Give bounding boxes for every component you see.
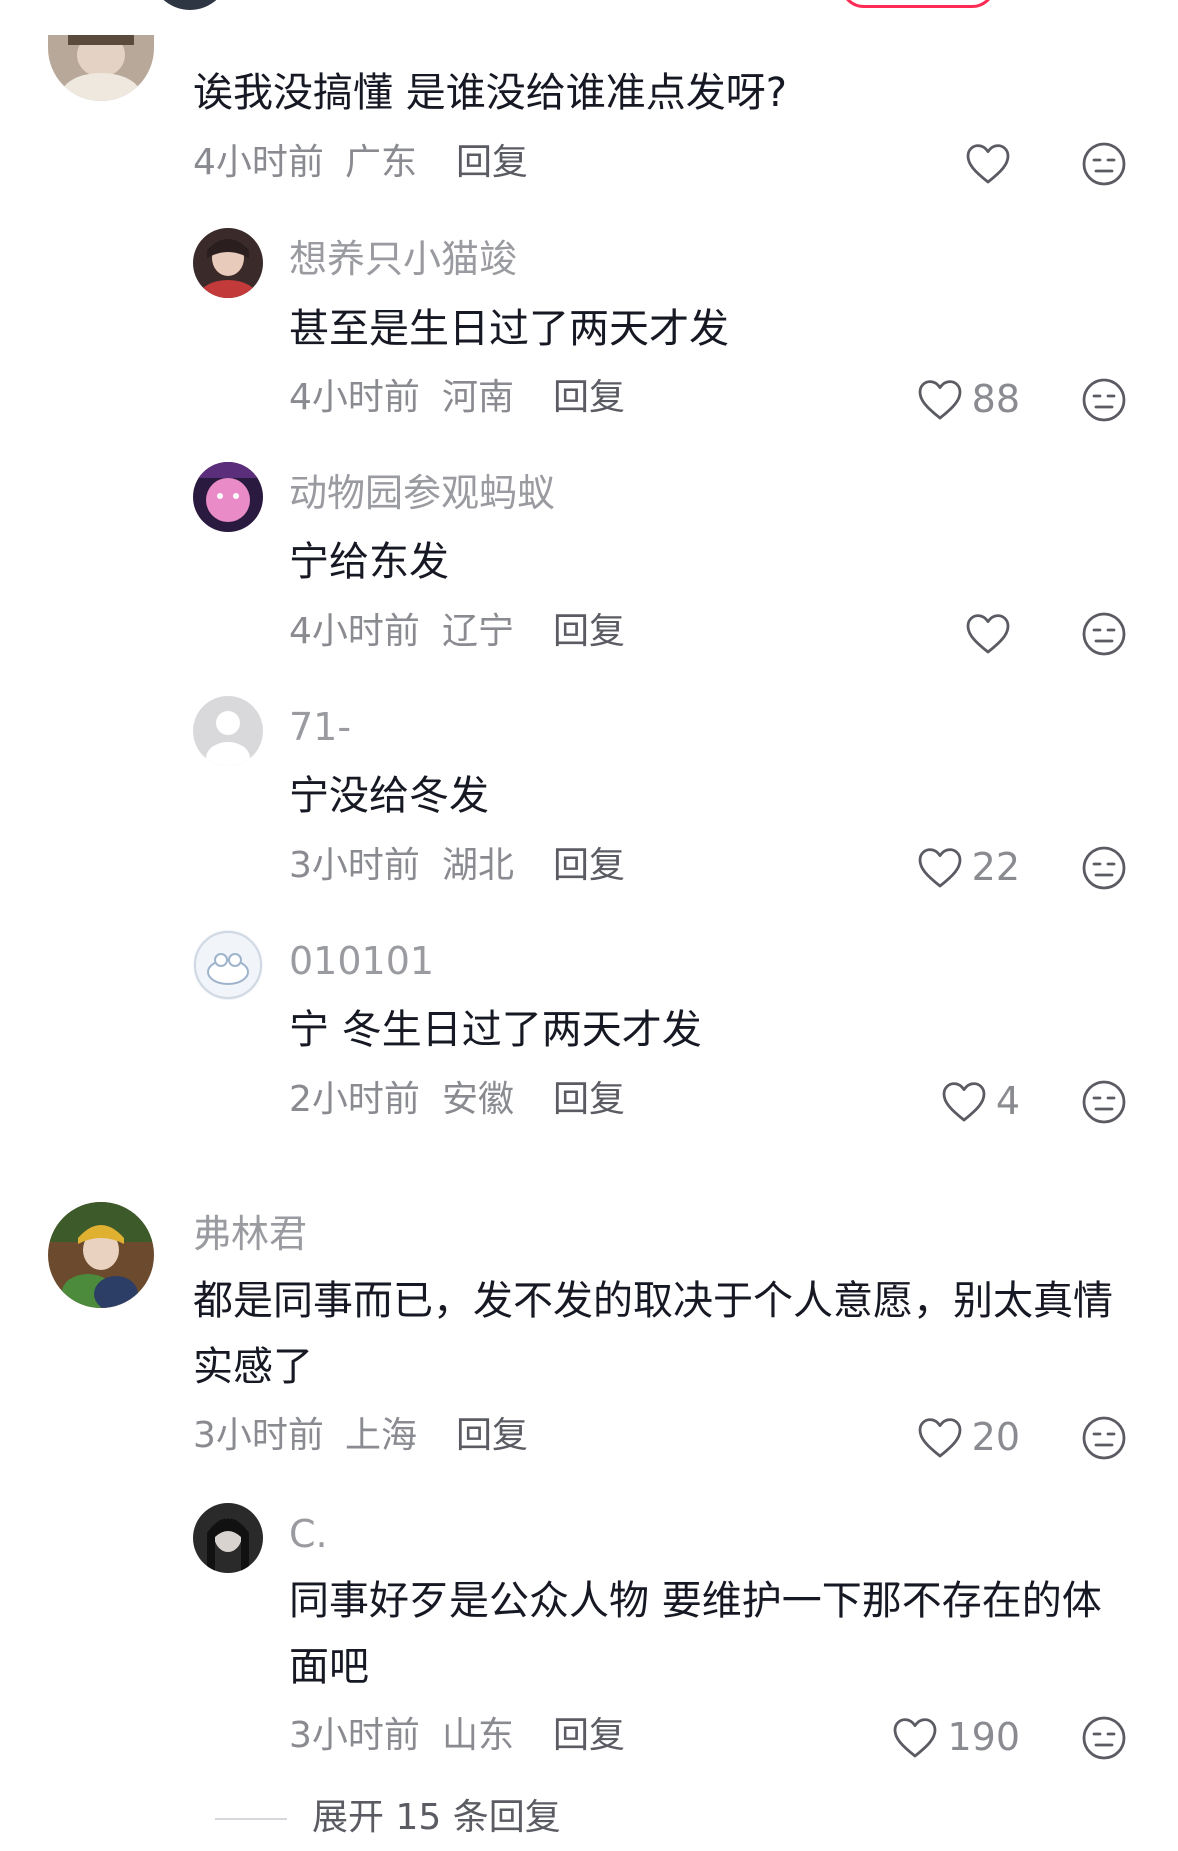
comment-username[interactable]: 弗林君 [193, 1215, 307, 1253]
divider [215, 1818, 287, 1820]
comment-text: 宁 冬生日过了两天才发 [289, 1007, 702, 1053]
comment-text: 宁没给冬发 [289, 773, 489, 819]
comment-text: 宁给东发 [289, 539, 449, 585]
avatar[interactable] [48, 1202, 154, 1308]
comment-location: 安徽 [442, 1079, 515, 1120]
comment-text: 甚至是生日过了两天才发 [289, 306, 729, 352]
dislike-button[interactable] [1080, 1414, 1128, 1462]
comment-text: 都是同事而已，发不发的取决于个人意愿，别太真情实感了 [193, 1278, 1113, 1390]
comment-time: 3小时前 [289, 1715, 420, 1756]
like-button[interactable]: 22 [880, 842, 1020, 892]
heart-outline-icon [966, 614, 1010, 654]
reply-button[interactable]: 回复 [456, 1418, 528, 1454]
comment-text: 诶我没搞懂 是谁没给谁准点发呀? [193, 70, 787, 116]
comment-location: 辽宁 [442, 611, 515, 652]
comment-time: 4小时前 [289, 377, 420, 418]
dislike-button[interactable] [1080, 1714, 1128, 1762]
comment-time: 3小时前 [193, 1415, 324, 1456]
reply-button[interactable]: 回复 [553, 848, 625, 884]
avatar[interactable] [193, 1503, 263, 1573]
avatar[interactable] [48, 35, 154, 101]
comment-username[interactable]: 动物园参观蚂蚁 [289, 474, 555, 512]
reply-button[interactable]: 回复 [553, 1082, 625, 1118]
like-button[interactable]: 20 [880, 1412, 1020, 1462]
like-button[interactable]: 4 [900, 1076, 1020, 1126]
comment-username[interactable]: C. [289, 1515, 328, 1553]
heart-outline-icon [918, 1418, 962, 1458]
heart-outline-icon [966, 144, 1010, 184]
comment-location: 湖北 [442, 845, 515, 886]
avatar[interactable] [193, 228, 263, 298]
like-count: 4 [995, 1079, 1020, 1123]
dislike-face-icon [1082, 1080, 1126, 1124]
like-button[interactable]: 190 [850, 1712, 1020, 1762]
like-button[interactable] [900, 138, 1020, 188]
avatar[interactable] [193, 930, 263, 1000]
heart-outline-icon [918, 380, 962, 420]
like-count: 20 [971, 1415, 1020, 1459]
comment-location: 山东 [442, 1715, 515, 1756]
dislike-button[interactable] [1080, 1078, 1128, 1126]
comment-location: 广东 [345, 142, 418, 183]
like-count: 22 [971, 845, 1020, 889]
dislike-button[interactable] [1080, 376, 1128, 424]
dislike-face-icon [1082, 846, 1126, 890]
dislike-button[interactable] [1080, 610, 1128, 658]
comment-time: 4小时前 [193, 142, 324, 183]
dislike-face-icon [1082, 612, 1126, 656]
like-count: 88 [971, 377, 1020, 421]
comment-time: 2小时前 [289, 1079, 420, 1120]
follow-button-partial[interactable] [840, 0, 996, 8]
heart-outline-icon [894, 1718, 937, 1758]
reply-button[interactable]: 回复 [553, 614, 625, 650]
comment-username[interactable]: 010101 [289, 942, 434, 980]
reply-button[interactable]: 回复 [553, 380, 625, 416]
default-avatar-icon[interactable] [193, 696, 263, 766]
comment-location: 上海 [345, 1415, 418, 1456]
like-count: 190 [947, 1715, 1020, 1759]
heart-outline-icon [942, 1082, 986, 1122]
dislike-face-icon [1082, 1716, 1126, 1760]
like-button[interactable] [900, 608, 1020, 658]
comment-username[interactable]: 想养只小猫竣 [289, 240, 517, 278]
dislike-face-icon [1082, 1416, 1126, 1460]
dislike-face-icon [1082, 378, 1126, 422]
avatar[interactable] [193, 462, 263, 532]
comment-username[interactable]: 71- [289, 708, 351, 746]
dislike-button[interactable] [1080, 844, 1128, 892]
comment-location: 河南 [442, 377, 515, 418]
comment-time: 3小时前 [289, 845, 420, 886]
dislike-face-icon [1082, 142, 1126, 186]
comment-text: 同事好歹是公众人物 要维护一下那不存在的体面吧 [289, 1578, 1102, 1690]
like-button[interactable]: 88 [880, 374, 1020, 424]
dislike-button[interactable] [1080, 140, 1128, 188]
expand-replies-button[interactable]: 展开 15 条回复 [312, 1800, 561, 1836]
avatar-partial-top[interactable] [150, 0, 230, 10]
reply-button[interactable]: 回复 [553, 1718, 625, 1754]
comment-time: 4小时前 [289, 611, 420, 652]
reply-button[interactable]: 回复 [456, 145, 528, 181]
heart-outline-icon [918, 848, 962, 888]
